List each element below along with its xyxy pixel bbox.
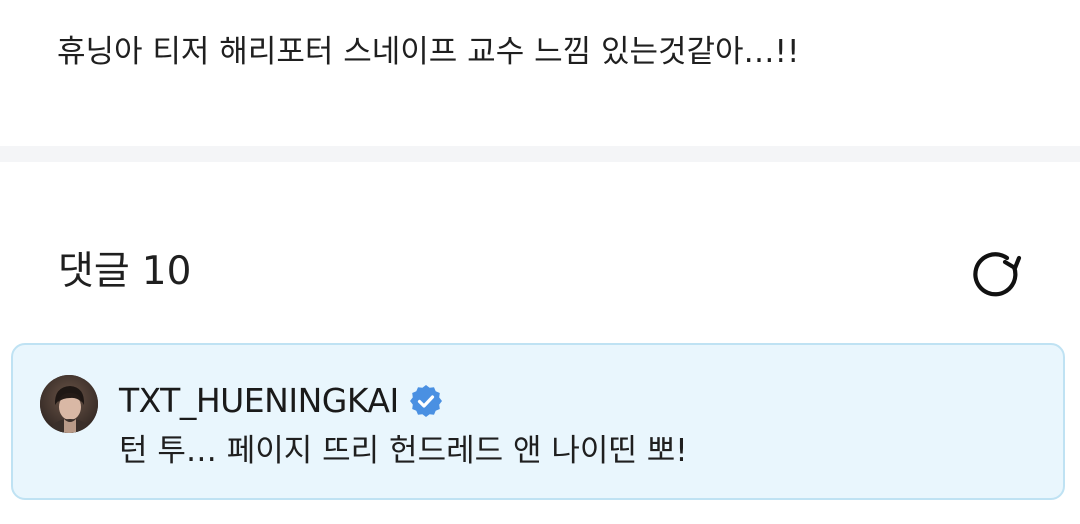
comments-header: 댓글 10 bbox=[0, 240, 1080, 304]
comments-title-label: 댓글 bbox=[58, 249, 130, 294]
comment-card[interactable]: TXT_HUENINGKAI 턴 투… 페이지 뜨리 헌드레드 앤 나이띤 뽀! bbox=[11, 343, 1065, 500]
comments-count: 10 bbox=[141, 249, 192, 294]
avatar-image bbox=[40, 375, 98, 433]
section-divider bbox=[0, 146, 1080, 162]
comment-text: 턴 투… 페이지 뜨리 헌드레드 앤 나이띤 뽀! bbox=[119, 433, 688, 469]
refresh-icon bbox=[973, 252, 1022, 297]
comment-author-row: TXT_HUENINGKAI bbox=[119, 377, 443, 425]
comment-page: 휴닝아 티저 해리포터 스네이프 교수 느낌 있는것같아…!! 댓글 10 TX… bbox=[0, 0, 1080, 524]
avatar[interactable] bbox=[40, 375, 98, 433]
comments-title: 댓글 10 bbox=[58, 246, 191, 298]
verified-badge-icon bbox=[409, 384, 443, 418]
comment-author-name[interactable]: TXT_HUENINGKAI bbox=[119, 377, 399, 425]
refresh-button[interactable] bbox=[965, 242, 1027, 304]
post-body-text: 휴닝아 티저 해리포터 스네이프 교수 느낌 있는것같아…!! bbox=[57, 34, 800, 70]
